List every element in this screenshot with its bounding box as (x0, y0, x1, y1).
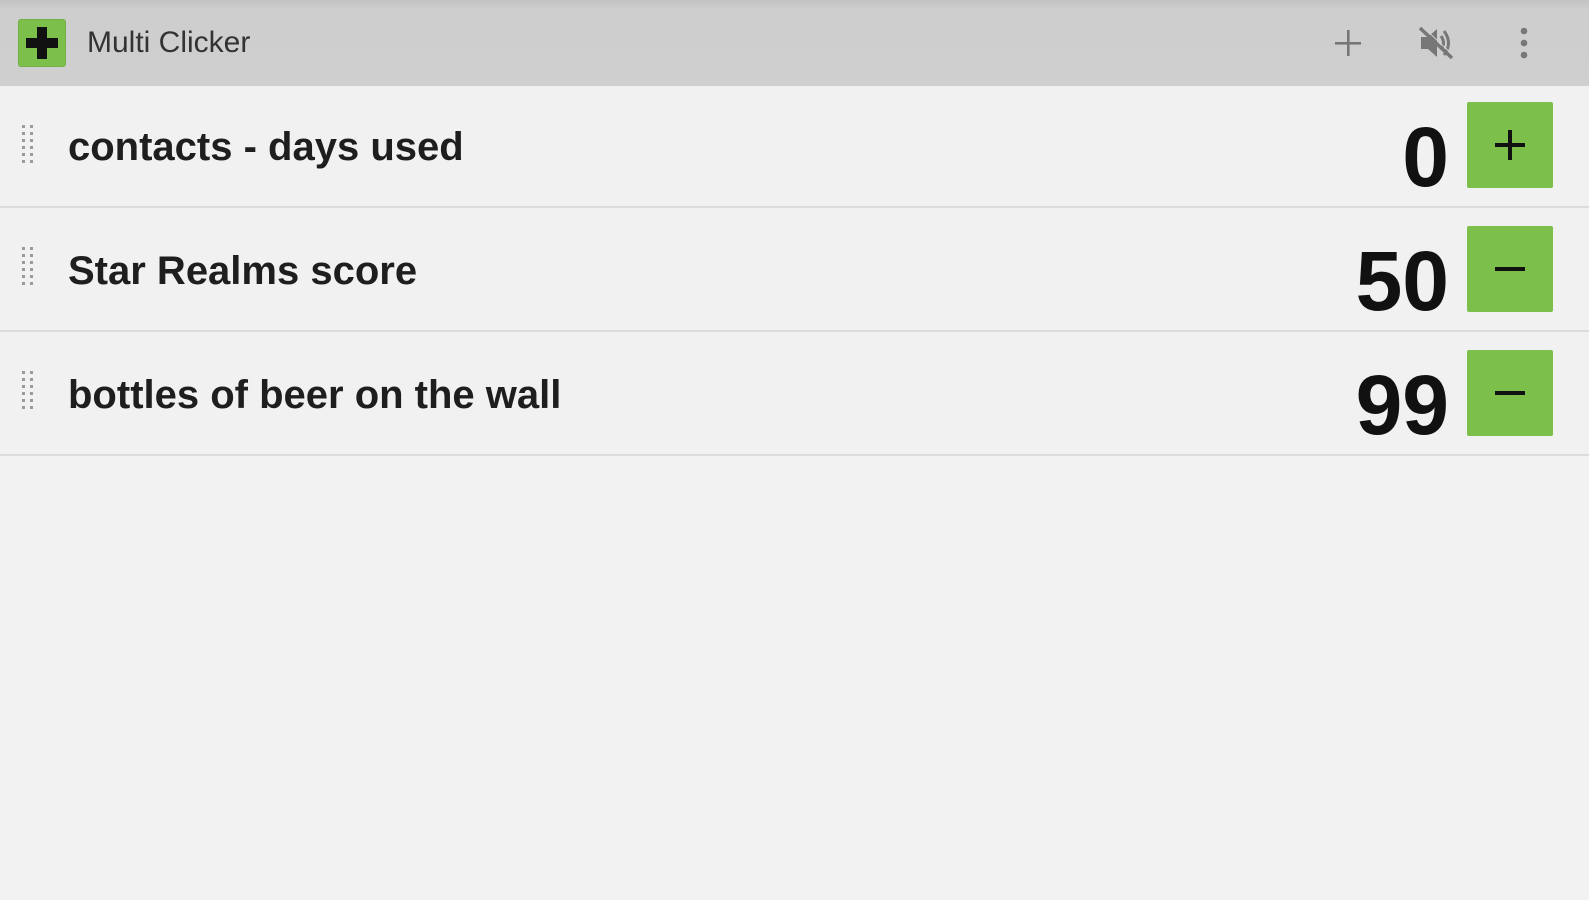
counter-list: contacts - days used 0 Star Realms score… (0, 86, 1589, 456)
plus-icon (1495, 130, 1525, 160)
minus-icon (1495, 391, 1525, 395)
app-bar: Multi Clicker (0, 0, 1589, 86)
volume-off-icon (1418, 25, 1455, 60)
add-counter-button[interactable] (1322, 18, 1374, 68)
counter-value: 0 (1402, 110, 1449, 204)
overflow-menu-button[interactable] (1498, 18, 1550, 68)
increment-button[interactable] (1467, 102, 1553, 188)
counter-row: Star Realms score 50 (0, 208, 1589, 332)
add-icon (1335, 30, 1361, 56)
overflow-menu-icon (1520, 27, 1528, 59)
counter-value: 99 (1355, 358, 1449, 452)
mute-button[interactable] (1410, 18, 1462, 68)
app-title: Multi Clicker (87, 26, 251, 59)
counter-row: contacts - days used 0 (0, 86, 1589, 208)
counter-name[interactable]: bottles of beer on the wall (68, 372, 561, 418)
counter-value: 50 (1355, 234, 1449, 328)
minus-icon (1495, 267, 1525, 271)
counter-name[interactable]: Star Realms score (68, 248, 417, 294)
drag-handle-icon[interactable] (20, 369, 36, 417)
drag-handle-icon[interactable] (20, 245, 36, 293)
drag-handle-icon[interactable] (20, 123, 36, 171)
app-plus-icon (18, 19, 66, 67)
decrement-button[interactable] (1467, 226, 1553, 312)
counter-row: bottles of beer on the wall 99 (0, 332, 1589, 456)
counter-name[interactable]: contacts - days used (68, 124, 464, 170)
decrement-button[interactable] (1467, 350, 1553, 436)
